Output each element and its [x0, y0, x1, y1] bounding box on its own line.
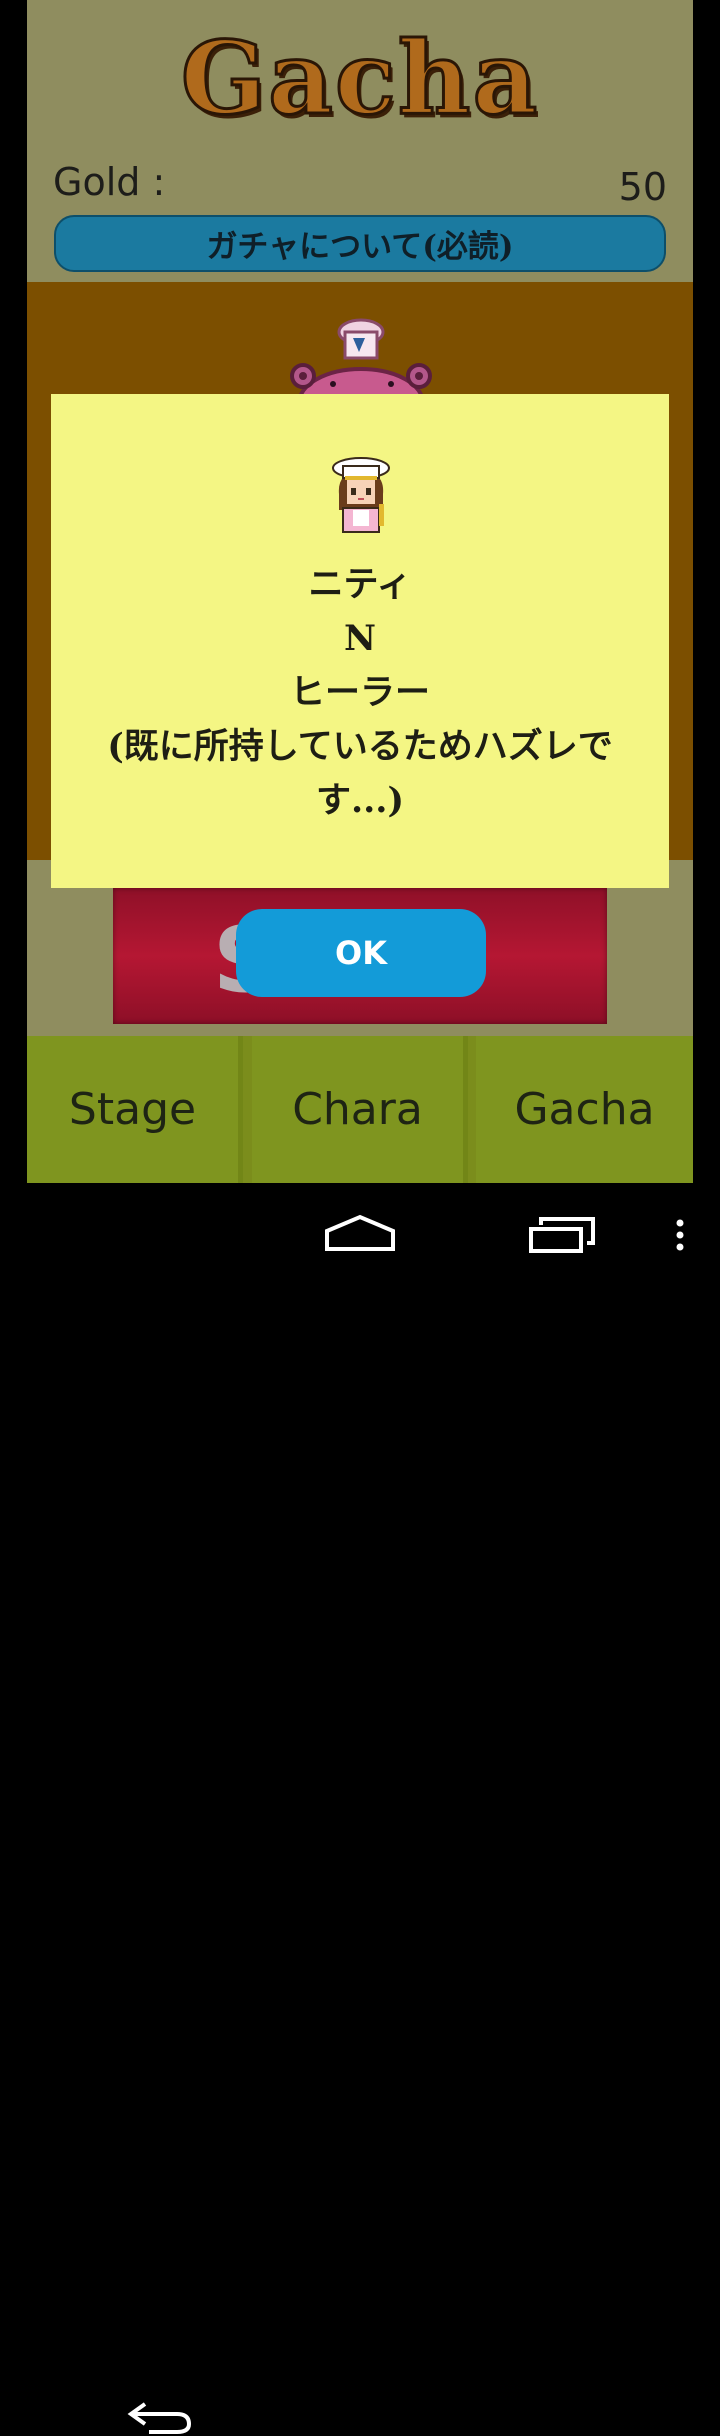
back-arrow-icon[interactable] — [125, 2396, 195, 2436]
ok-button[interactable]: OK — [236, 909, 486, 997]
gacha-mascot-image — [290, 318, 432, 398]
about-gacha-button[interactable]: ガチャについて(必読) — [54, 215, 666, 272]
duplicate-message: (既に所持しているためハズレです...) — [107, 726, 613, 821]
bottom-tab-bar: Stage Chara Gacha — [27, 1036, 693, 1183]
character-name: ニティ — [308, 564, 412, 605]
gacha-result-dialog: ニティ N ヒーラー (既に所持しているためハズレです...) — [51, 394, 669, 888]
title-logo: Gacha — [27, 18, 693, 139]
page-title: Gacha — [179, 18, 540, 139]
dialog-message: ニティ N ヒーラー (既に所持しているためハズレです...) — [51, 558, 669, 828]
recents-icon[interactable] — [527, 1215, 597, 1255]
gold-value: 50 — [618, 165, 667, 209]
tab-gacha[interactable]: Gacha — [476, 1036, 693, 1183]
gold-label: Gold : — [53, 160, 166, 204]
tab-chara[interactable]: Chara — [252, 1036, 468, 1183]
character-rarity: N — [344, 618, 376, 659]
home-icon[interactable] — [323, 1213, 397, 1253]
tab-stage[interactable]: Stage — [27, 1036, 243, 1183]
character-role: ヒーラー — [289, 672, 430, 713]
overflow-menu-icon[interactable] — [673, 1218, 687, 1252]
character-sprite-image — [332, 457, 390, 533]
